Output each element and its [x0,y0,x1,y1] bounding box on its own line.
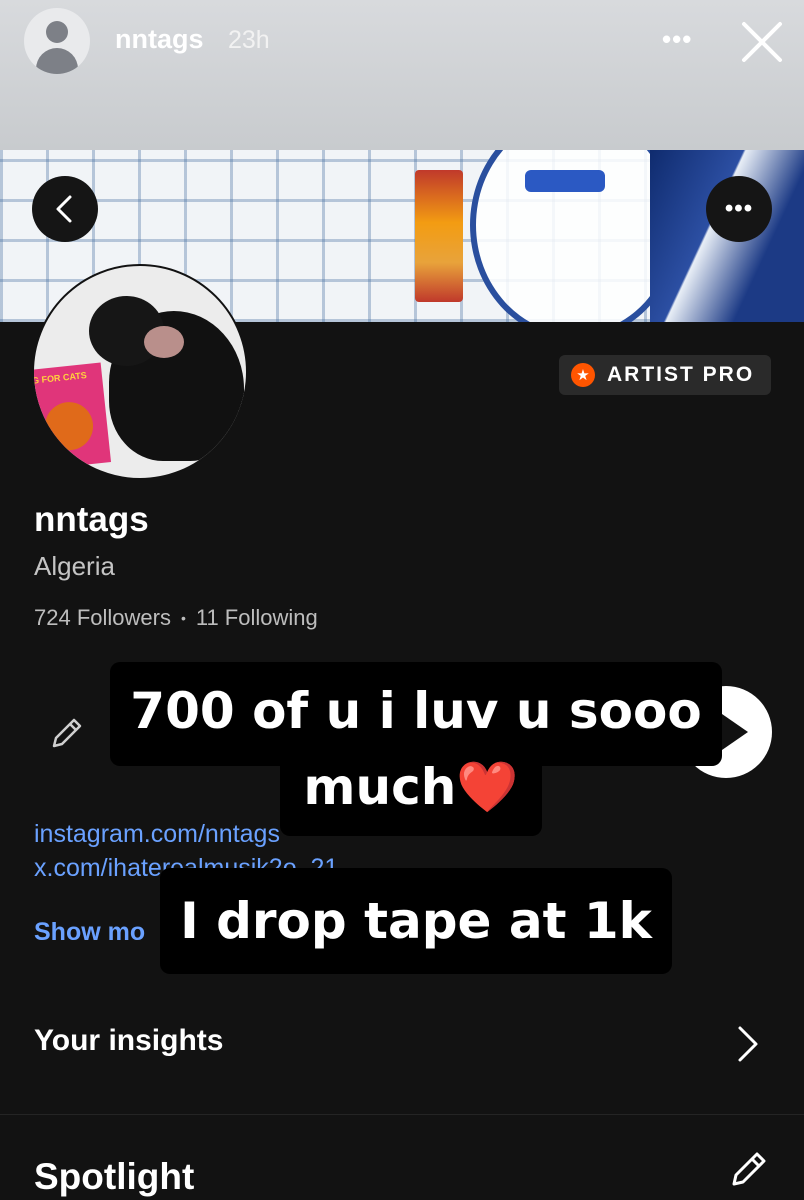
badge-label: ARTIST PRO [607,363,755,386]
profile-username: nntags [34,500,149,539]
separator: • [180,610,186,626]
profile-avatar[interactable]: G FOR CATS [32,264,248,480]
banner-art [525,170,605,192]
chevron-left-icon [56,195,72,223]
cat-photo-ear [144,326,184,358]
follow-stats: 724 Followers • 11 Following [34,605,318,631]
story-more-icon[interactable]: ••• [662,24,692,55]
back-button[interactable] [32,176,98,242]
play-icon [722,714,748,750]
default-avatar-icon [46,21,68,43]
instagram-link[interactable]: instagram.com/nntags [34,820,280,849]
story-username[interactable]: nntags [115,24,204,55]
edit-icon[interactable] [46,714,86,754]
story-header [0,0,804,150]
show-more-link[interactable]: Show mo [34,918,145,947]
artist-pro-badge[interactable]: ★ ARTIST PRO [559,355,771,395]
close-icon[interactable] [740,20,784,64]
avatar-body-shape [36,48,78,74]
spotlight-heading: Spotlight [34,1156,195,1197]
cat-photo-box: G FOR CATS [32,362,112,470]
more-options-button[interactable]: ••• [706,176,772,242]
story-caption: I drop tape at 1k [160,868,672,974]
story-caption: much❤️ [280,752,542,836]
box-text: G FOR CATS [32,370,88,386]
banner-art [415,170,463,302]
story-avatar[interactable] [24,8,90,74]
profile-location: Algeria [34,551,115,581]
following-count[interactable]: 11 Following [196,605,318,631]
chevron-right-icon[interactable] [730,1022,766,1066]
edit-icon[interactable] [726,1148,770,1192]
divider [0,1114,804,1115]
story-caption: 700 of u i luv u sooo [110,662,722,766]
your-insights-row[interactable]: Your insights [34,1024,223,1058]
box-art [42,399,96,453]
story-timestamp: 23h [228,26,270,54]
followers-count[interactable]: 724 Followers [34,605,171,631]
star-icon: ★ [571,363,595,387]
